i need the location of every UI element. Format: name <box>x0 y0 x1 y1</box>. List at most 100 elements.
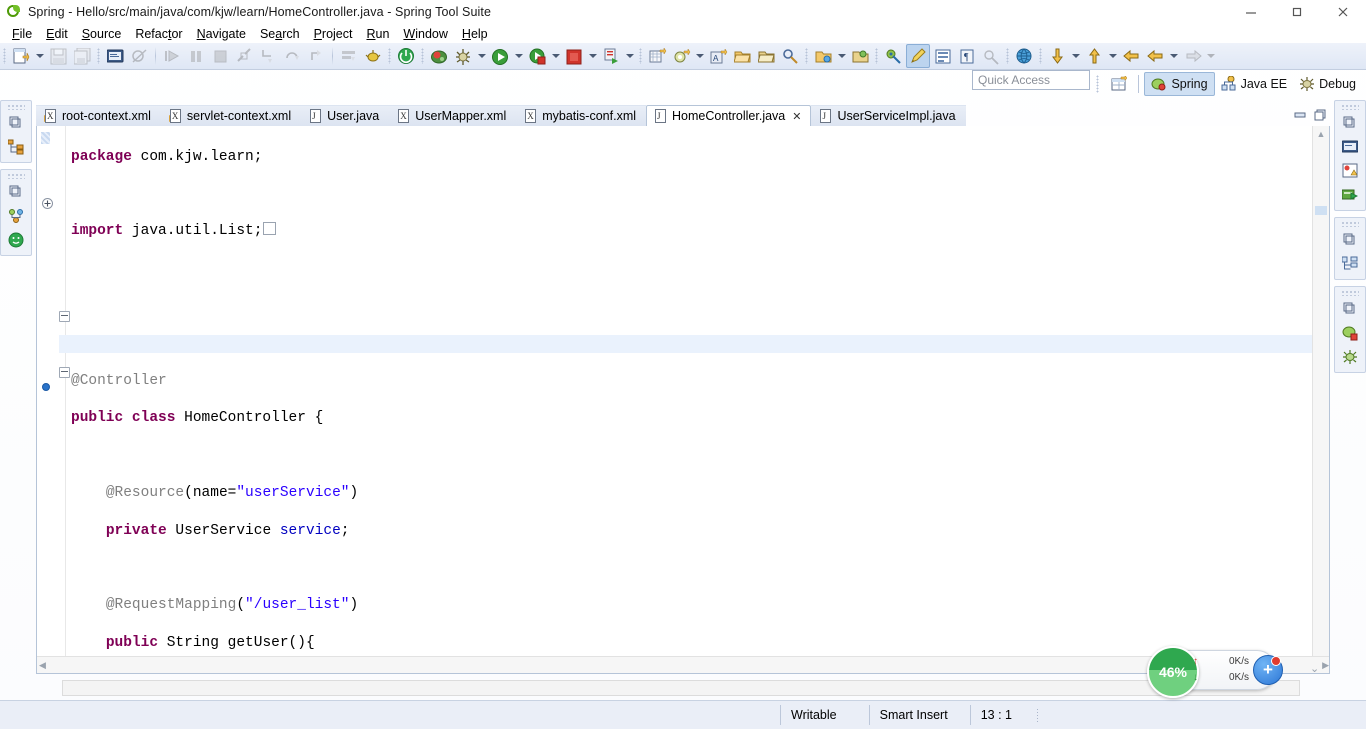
toggle-block-icon[interactable] <box>932 45 954 67</box>
debug-config-icon[interactable] <box>362 45 384 67</box>
menu-project[interactable]: Project <box>307 26 360 42</box>
new-class-dropdown-arrow[interactable] <box>694 45 705 67</box>
spring-explorer-icon[interactable] <box>5 205 27 227</box>
editor-tab-userserviceimpl-java[interactable]: J UserServiceImpl.java <box>811 105 966 126</box>
status-grip[interactable] <box>1035 708 1039 722</box>
menu-navigate[interactable]: Navigate <box>190 26 253 42</box>
menu-window[interactable]: Window <box>396 26 454 42</box>
toolbar-grip-6[interactable] <box>805 48 808 64</box>
link-dropdown-arrow[interactable] <box>836 45 847 67</box>
new-wizard-icon[interactable] <box>10 45 32 67</box>
sidebar-drag-dots-r2[interactable] <box>1341 221 1359 227</box>
breakpoint-marker[interactable] <box>42 383 50 391</box>
toolbar-grip-3[interactable] <box>388 48 391 64</box>
menu-help[interactable]: Help <box>455 26 495 42</box>
sidebar-drag-dots-r1[interactable] <box>1341 104 1359 110</box>
collapsed-imports-box[interactable] <box>263 222 277 236</box>
close-button[interactable] <box>1320 0 1366 24</box>
unmark-icon[interactable] <box>980 45 1002 67</box>
previous-dropdown-arrow[interactable] <box>1070 45 1081 67</box>
next-annotation-icon[interactable] <box>1083 45 1105 67</box>
run-as-server-icon[interactable] <box>428 45 450 67</box>
editor-tab-mybatis-conf-xml[interactable]: X mybatis-conf.xml <box>516 105 647 126</box>
editor-vertical-scrollbar[interactable]: ▲ ▼ <box>1312 126 1329 673</box>
menu-search[interactable]: Search <box>253 26 307 42</box>
power-icon[interactable] <box>395 45 417 67</box>
sidebar-drag-dots[interactable] <box>7 104 25 110</box>
open-resource-icon[interactable] <box>849 45 871 67</box>
scroll-up-button[interactable]: ▲ <box>1313 126 1329 142</box>
skip-breakpoints-icon[interactable] <box>128 45 150 67</box>
window-horizontal-scrollbar[interactable] <box>62 680 1300 696</box>
toolbar-grip-4[interactable] <box>421 48 424 64</box>
problems-view-icon[interactable] <box>1339 160 1361 182</box>
open-folder-icon[interactable] <box>731 45 753 67</box>
toolbar-grip-2[interactable] <box>97 48 100 64</box>
run-server-dropdown-arrow[interactable] <box>550 45 561 67</box>
editor-tab-servlet-context[interactable]: X servlet-context.xml <box>160 105 302 126</box>
new-annotation-icon[interactable]: A <box>707 45 729 67</box>
expand-import-icon[interactable] <box>42 198 53 209</box>
step-over-icon[interactable] <box>281 45 303 67</box>
editor-horizontal-scrollbar[interactable]: ◀ ▶ <box>37 656 1329 673</box>
perspective-javaee[interactable]: Java EE <box>1215 73 1294 95</box>
maximize-editor-icon[interactable] <box>1313 108 1327 125</box>
collapse-chevron-icon[interactable]: ⌄ <box>1310 662 1319 675</box>
restore-view-icon[interactable] <box>5 112 27 134</box>
perspective-grip[interactable] <box>1096 75 1100 93</box>
publish-dropdown-arrow[interactable] <box>624 45 635 67</box>
pencil-icon[interactable] <box>906 44 930 68</box>
run-dropdown-arrow[interactable] <box>513 45 524 67</box>
globe-icon[interactable] <box>1013 45 1035 67</box>
external-tools-icon[interactable] <box>882 45 904 67</box>
terminate-icon[interactable] <box>209 45 231 67</box>
search-marker-icon[interactable] <box>779 45 801 67</box>
editor-tab-user-java[interactable]: J User.java <box>301 105 390 126</box>
toolbar-grip-7[interactable] <box>875 48 878 64</box>
toolbar-grip-5[interactable] <box>639 48 642 64</box>
forward-icon[interactable] <box>1181 45 1203 67</box>
back-arrow-icon[interactable] <box>1144 45 1166 67</box>
disconnect-icon[interactable] <box>233 45 255 67</box>
resume-icon[interactable] <box>161 45 183 67</box>
open-type-icon[interactable] <box>338 45 360 67</box>
spring-view-icon[interactable] <box>1339 322 1361 344</box>
new-class-icon[interactable] <box>670 45 692 67</box>
code-editor[interactable]: package com.kjw.learn; import java.util.… <box>36 126 1330 674</box>
console-view-icon[interactable] <box>1339 136 1361 158</box>
step-return-icon[interactable] <box>305 45 327 67</box>
forward-dropdown-arrow[interactable] <box>1205 45 1216 67</box>
restore-view-icon[interactable] <box>1339 298 1361 320</box>
toolbar-grip[interactable] <box>3 48 6 64</box>
new-dropdown-arrow[interactable] <box>34 45 45 67</box>
save-icon[interactable] <box>47 45 69 67</box>
network-speed-widget[interactable]: 46% ↑ ↓ 0K/s 0K/s + <box>1147 646 1283 698</box>
run-server-icon[interactable] <box>526 45 548 67</box>
toolbar-grip-8[interactable] <box>1006 48 1009 64</box>
quick-access-input[interactable]: Quick Access <box>972 70 1090 90</box>
debug-dropdown-arrow[interactable] <box>476 45 487 67</box>
close-icon[interactable]: ✕ <box>792 110 801 123</box>
servers-icon[interactable] <box>5 229 27 251</box>
sidebar-drag-dots-r3[interactable] <box>1341 290 1359 296</box>
add-button[interactable]: + <box>1253 655 1283 685</box>
perspective-spring[interactable]: Spring <box>1144 72 1215 96</box>
restore-view-icon[interactable] <box>1339 112 1361 134</box>
new-java-project-icon[interactable] <box>646 45 668 67</box>
menu-edit[interactable]: Edit <box>39 26 75 42</box>
servers-view-icon[interactable] <box>1339 184 1361 206</box>
console-icon[interactable] <box>104 45 126 67</box>
back-icon[interactable] <box>1120 45 1142 67</box>
outline-view-icon[interactable] <box>1339 253 1361 275</box>
package-explorer-icon[interactable] <box>5 136 27 158</box>
code-text[interactable]: package com.kjw.learn; import java.util.… <box>59 126 1313 673</box>
menu-file[interactable]: File <box>5 26 39 42</box>
previous-annotation-icon[interactable] <box>1046 45 1068 67</box>
menu-source[interactable]: Source <box>75 26 129 42</box>
publish-icon[interactable] <box>600 45 622 67</box>
step-into-icon[interactable] <box>257 45 279 67</box>
search-view-icon[interactable] <box>1339 346 1361 368</box>
debug-launch-icon[interactable] <box>452 45 474 67</box>
perspective-debug[interactable]: Debug <box>1293 73 1362 95</box>
restore-view-icon[interactable] <box>5 181 27 203</box>
